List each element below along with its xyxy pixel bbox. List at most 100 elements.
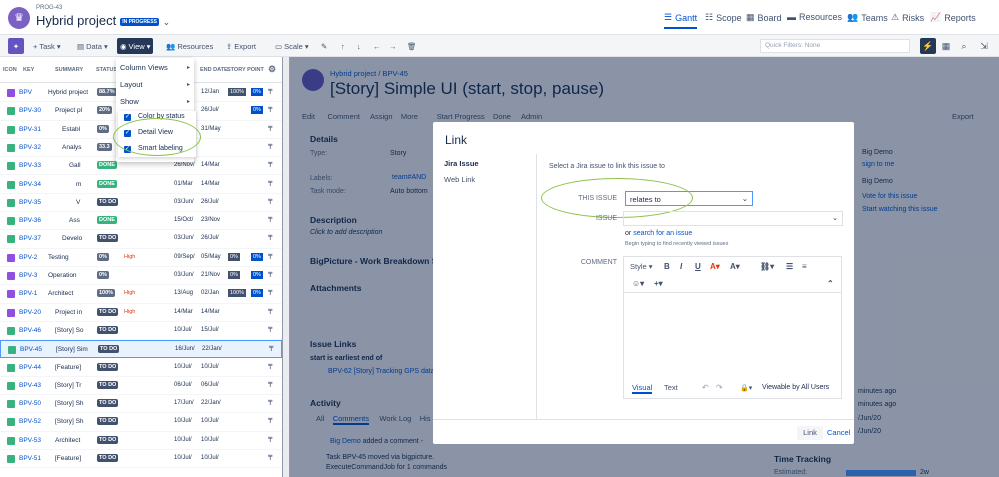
row-key[interactable]: BPV-53 bbox=[19, 437, 41, 444]
row-summary[interactable]: Architect bbox=[48, 290, 96, 297]
row-key[interactable]: BPV-30 bbox=[19, 107, 41, 114]
col-end-date[interactable]: END DATE bbox=[200, 67, 228, 73]
summary-icon[interactable]: ₸ bbox=[268, 417, 272, 425]
row-key[interactable]: BPV-36 bbox=[19, 217, 41, 224]
row-key[interactable]: BPV-51 bbox=[19, 455, 41, 462]
italic-icon[interactable]: I bbox=[680, 262, 682, 271]
menu-item-column-views[interactable]: Column Views bbox=[120, 63, 168, 72]
summary-icon[interactable]: ₸ bbox=[268, 271, 272, 279]
row-summary[interactable]: Architect bbox=[55, 437, 96, 444]
row-summary[interactable]: Hybrid project bbox=[48, 89, 96, 96]
table-row[interactable]: BPV-35 V TO DO 03/Jun/26/Jul/ ₸ bbox=[0, 194, 282, 213]
tab-text[interactable]: Text bbox=[664, 383, 678, 392]
row-summary[interactable]: [Story] Sh bbox=[55, 400, 96, 407]
row-key[interactable]: BPV-20 bbox=[19, 309, 41, 316]
table-row[interactable]: BPV-2 Testing 0% High 09/Sep/05/May 0% 0% ₸ bbox=[0, 249, 282, 267]
search-issue-link[interactable]: search for an issue bbox=[633, 230, 692, 237]
data-menu-button[interactable]: ▤ Data ▾ bbox=[74, 38, 111, 54]
row-summary[interactable]: Testing bbox=[48, 254, 96, 261]
resources-button[interactable]: 👥 Resources bbox=[163, 38, 216, 54]
table-row[interactable]: BPV-20 Project in TO DO High 14/Mar 14/Mar ₸ bbox=[0, 304, 282, 322]
summary-icon[interactable]: ₸ bbox=[268, 363, 272, 371]
nav-resources[interactable]: ▬ Resources bbox=[787, 12, 842, 22]
col-story-point[interactable]: STORY POINT bbox=[227, 67, 264, 73]
table-row[interactable]: BPV-53 Architect TO DO 10/Jul/10/Jul/ ₸ bbox=[0, 432, 282, 450]
row-key[interactable]: BPV-37 bbox=[19, 235, 41, 242]
summary-icon[interactable]: ₸ bbox=[268, 106, 272, 114]
arrow-right-icon[interactable]: → bbox=[386, 38, 400, 54]
table-row[interactable]: BPV-34 m DONE 01/Mar 14/Mar ₸ bbox=[0, 176, 282, 194]
col-summary[interactable]: SUMMARY bbox=[55, 67, 83, 73]
summary-icon[interactable]: ₸ bbox=[268, 381, 272, 389]
task-menu-button[interactable]: + Task ▾ bbox=[30, 38, 64, 54]
table-row[interactable]: BPV-46 [Story] So TO DO 10/Jul/15/Jul/ ₸ bbox=[0, 322, 282, 341]
arrow-left-icon[interactable]: ← bbox=[370, 38, 384, 54]
row-summary[interactable]: [Story] Sh bbox=[55, 418, 96, 425]
trash-icon[interactable]: 🗑 bbox=[404, 38, 420, 54]
row-key[interactable]: BPV bbox=[19, 89, 32, 96]
lock-icon[interactable]: 🔒▾ bbox=[740, 384, 752, 392]
row-key[interactable]: BPV-1 bbox=[19, 290, 37, 297]
summary-icon[interactable]: ₸ bbox=[268, 88, 272, 96]
summary-icon[interactable]: ₸ bbox=[268, 180, 272, 188]
nav-scope[interactable]: ☷ Scope bbox=[705, 12, 742, 23]
underline-icon[interactable]: U bbox=[695, 262, 701, 271]
row-key[interactable]: BPV-33 bbox=[19, 162, 41, 169]
insert-icon[interactable]: +▾ bbox=[654, 279, 663, 288]
summary-icon[interactable]: ₸ bbox=[268, 216, 272, 224]
arrow-up-icon[interactable]: ↑ bbox=[338, 38, 348, 54]
ai-button[interactable]: ✦ bbox=[8, 38, 24, 54]
row-key[interactable]: BPV-32 bbox=[19, 144, 41, 151]
row-summary[interactable]: [Story] Sim bbox=[56, 346, 97, 353]
row-key[interactable]: BPV-44 bbox=[19, 364, 41, 371]
row-key[interactable]: BPV-46 bbox=[19, 327, 41, 334]
link-icon[interactable]: ⛓▾ bbox=[760, 262, 774, 271]
row-summary[interactable]: Establ bbox=[62, 126, 96, 133]
row-summary[interactable]: Ass bbox=[69, 217, 96, 224]
col-icon[interactable]: ICON bbox=[3, 67, 17, 73]
nav-risks[interactable]: ⚠ Risks bbox=[891, 12, 924, 23]
row-key[interactable]: BPV-50 bbox=[19, 400, 41, 407]
search-icon[interactable]: ⌕ bbox=[956, 38, 972, 54]
nav-gantt[interactable]: ☰ Gantt bbox=[664, 12, 698, 29]
view-menu-button[interactable]: ◉ View ▾ bbox=[117, 38, 154, 54]
bolt-icon[interactable]: ⚡ bbox=[920, 38, 936, 54]
table-row[interactable]: BPV-1 Architect 100% High 13/Aug 02/Jan 100% 0%… bbox=[0, 285, 282, 304]
table-row[interactable]: BPV-37 Develo TO DO 03/Jun/26/Jul/ ₸ bbox=[0, 230, 282, 249]
menu-item-layout[interactable]: Layout bbox=[120, 80, 143, 89]
edit-icon[interactable]: ✎ bbox=[318, 38, 330, 54]
summary-icon[interactable]: ₸ bbox=[268, 308, 272, 316]
row-key[interactable]: BPV-31 bbox=[19, 126, 41, 133]
summary-icon[interactable]: ₸ bbox=[268, 253, 272, 261]
style-dropdown[interactable]: Style ▾ bbox=[630, 262, 653, 271]
row-key[interactable]: BPV-43 bbox=[19, 382, 41, 389]
summary-icon[interactable]: ₸ bbox=[268, 198, 272, 206]
undo-icon[interactable]: ↶ bbox=[702, 383, 709, 392]
summary-icon[interactable]: ₸ bbox=[268, 125, 272, 133]
table-row[interactable]: BPV-45 [Story] Sim TO DO 16/Jun/22/Jan/ ₸ bbox=[0, 340, 282, 359]
format-icon[interactable]: A▾ bbox=[730, 262, 740, 271]
collapse-toolbar-icon[interactable]: ⌃ bbox=[827, 279, 834, 288]
table-row[interactable]: BPV-44 [Feature] TO DO 10/Jul/10/Jul/ ₸ bbox=[0, 359, 282, 377]
row-summary[interactable]: [Story] Tr bbox=[55, 382, 96, 389]
comment-editor[interactable]: Style ▾ B I U A▾ A▾ ⛓▾ ☰ ≡ ☺▾ +▾ ⌃ Visua… bbox=[623, 256, 842, 399]
tab-visual[interactable]: Visual bbox=[632, 383, 653, 394]
nav-teams[interactable]: 👥 Teams bbox=[847, 12, 888, 23]
row-summary[interactable]: Project in bbox=[55, 309, 96, 316]
summary-icon[interactable]: ₸ bbox=[268, 454, 272, 462]
summary-icon[interactable]: ₸ bbox=[268, 326, 272, 334]
chevron-down-icon[interactable]: ⌄ bbox=[163, 17, 171, 27]
bold-icon[interactable]: B bbox=[664, 262, 670, 271]
cancel-button[interactable]: Cancel bbox=[827, 428, 850, 437]
row-summary[interactable]: [Feature] bbox=[55, 455, 96, 462]
project-avatar[interactable]: ♛ bbox=[8, 7, 30, 29]
summary-icon[interactable]: ₸ bbox=[268, 436, 272, 444]
table-row[interactable]: BPV-52 [Story] Sh TO DO 10/Jul/10/Jul/ ₸ bbox=[0, 413, 282, 432]
redo-icon[interactable]: ↷ bbox=[716, 383, 723, 392]
bullet-list-icon[interactable]: ☰ bbox=[786, 262, 793, 271]
scale-button[interactable]: ▭ Scale ▾ bbox=[272, 38, 312, 54]
calendar-icon[interactable]: ▦ bbox=[938, 38, 954, 54]
row-summary[interactable]: V bbox=[76, 199, 96, 206]
quick-filters-input[interactable]: Quick Filters: None bbox=[760, 39, 910, 53]
table-row[interactable]: BPV-43 [Story] Tr TO DO 06/Jul/06/Jul/ ₸ bbox=[0, 377, 282, 396]
